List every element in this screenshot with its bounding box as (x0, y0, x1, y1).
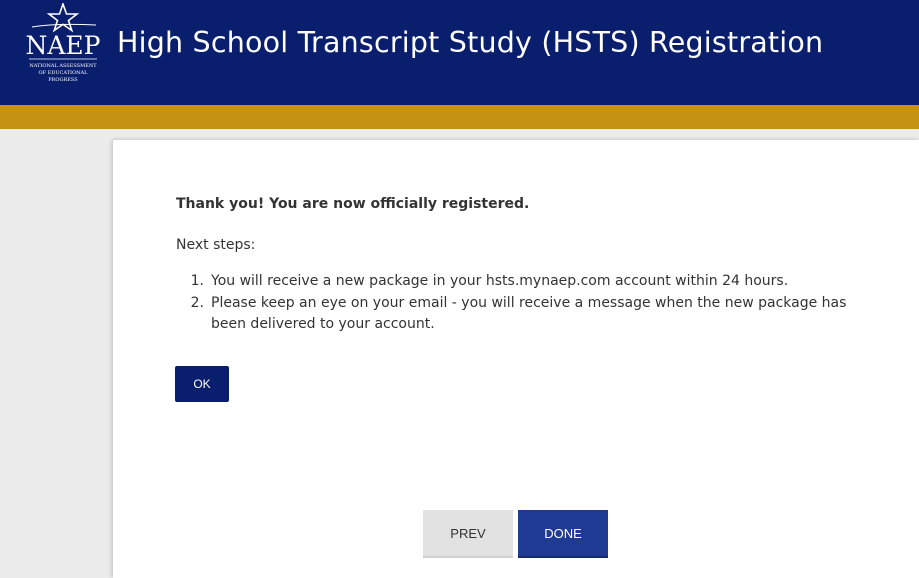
list-item-number: 2. (190, 294, 204, 311)
svg-text:NAEP: NAEP (26, 31, 100, 60)
list-item: 1. You will receive a new package in you… (176, 271, 876, 293)
content-card: Thank you! You are now officially regist… (113, 140, 919, 578)
list-item-text: You will receive a new package in your h… (211, 273, 789, 289)
ok-button[interactable]: OK (175, 366, 229, 402)
done-button[interactable]: DONE (518, 510, 608, 558)
next-steps-label: Next steps: (176, 237, 256, 253)
naep-logo: NAEP NATIONAL ASSESSMENT OF EDUCATIONAL … (26, 3, 100, 87)
app-header: NAEP NATIONAL ASSESSMENT OF EDUCATIONAL … (0, 0, 919, 105)
prev-button[interactable]: PREV (423, 510, 513, 558)
steps-list: 1. You will receive a new package in you… (176, 271, 876, 336)
svg-text:NATIONAL ASSESSMENT: NATIONAL ASSESSMENT (29, 63, 97, 69)
svg-text:OF EDUCATIONAL: OF EDUCATIONAL (39, 70, 89, 76)
list-item-text: Please keep an eye on your email - you w… (211, 294, 847, 333)
confirmation-message: Thank you! You are now officially regist… (176, 196, 530, 212)
page-title: High School Transcript Study (HSTS) Regi… (117, 26, 824, 59)
accent-bar (0, 105, 919, 129)
svg-text:PROGRESS: PROGRESS (48, 77, 78, 83)
list-item-number: 1. (190, 273, 204, 289)
list-item: 2. Please keep an eye on your email - yo… (176, 293, 876, 336)
